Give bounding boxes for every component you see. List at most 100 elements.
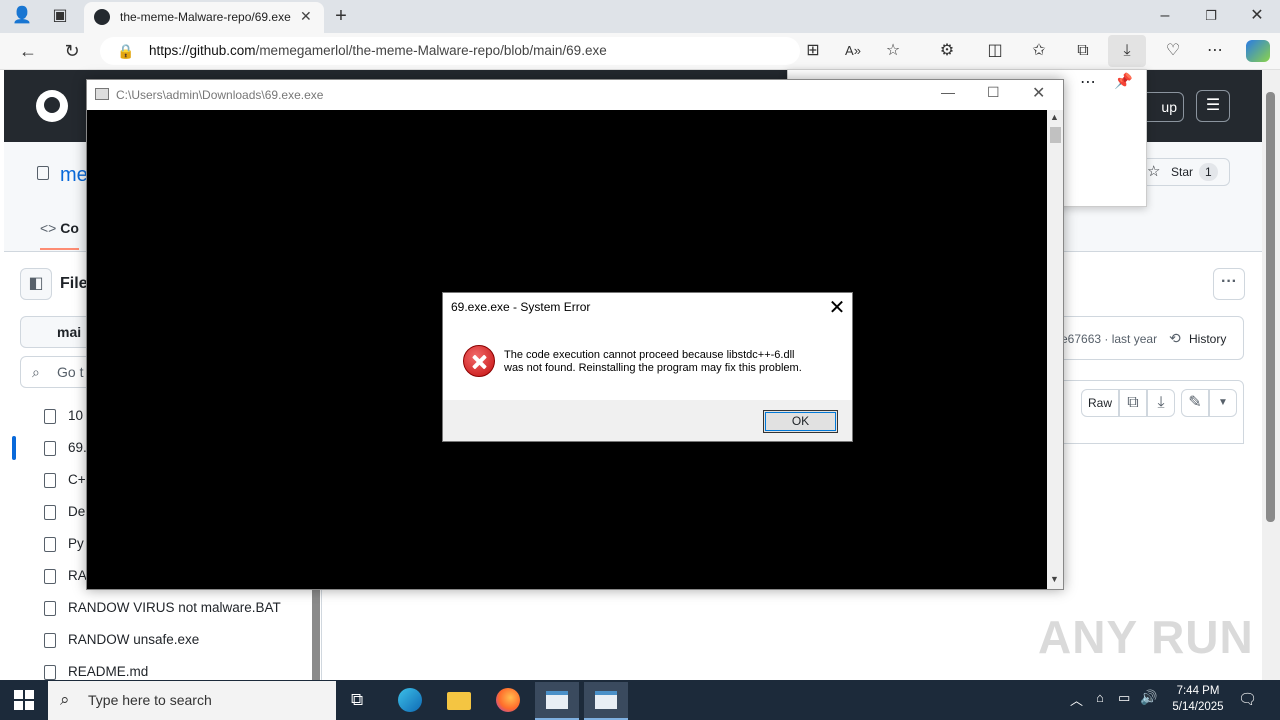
code-icon: <> [40,220,57,236]
anyrun-watermark: ANY RUN [1038,611,1254,663]
copilot-icon[interactable] [1246,40,1270,62]
console-close-icon[interactable]: ✕ [1032,83,1045,103]
new-tab-icon[interactable]: + [328,3,354,29]
collections-icon[interactable]: ⧉ [1070,38,1096,64]
extensions-icon[interactable]: ⚙ [934,38,960,64]
clock-time: 7:44 PM [1176,685,1220,697]
file-item[interactable]: De [44,504,85,520]
taskbar-clock[interactable]: 7:44 PM 5/14/2025 [1160,683,1236,715]
menu-sliders-icon[interactable]: ☰ [1196,90,1230,122]
back-icon[interactable]: ← [15,38,41,64]
favorites-icon[interactable]: ✩ [1026,38,1052,64]
file-item[interactable]: RANDOW unsafe.exe [44,632,199,648]
download-icon[interactable]: ⤓ [1147,389,1175,417]
selected-file-indicator [12,436,16,460]
file-item[interactable]: 69. [44,440,87,456]
file-icon [44,665,56,680]
dialog-footer: OK [443,400,852,441]
file-item[interactable]: C+ [44,472,86,488]
dialog-close-icon[interactable]: ✕ [823,295,851,321]
more-actions-icon[interactable]: ··· [1213,268,1245,300]
tab-actions-icon[interactable]: ▣ [47,3,73,29]
tab-code[interactable]: <> Co [40,214,79,250]
file-icon [44,441,56,456]
console-scrollbar[interactable]: ▲ ▼ [1047,110,1063,589]
file-icon [44,473,56,488]
console-maximize-icon[interactable]: ☐ [987,84,1000,101]
collapse-sidebar-icon[interactable]: ◧ [20,268,52,300]
downloads-icon[interactable]: ⤓ [1108,35,1146,67]
windows-start-icon[interactable] [14,690,34,710]
copy-icon[interactable]: ⧉ [1119,389,1147,417]
profile-icon[interactable]: 👤 [9,3,35,29]
file-icon [44,505,56,520]
console-scrollbar-thumb[interactable] [1050,127,1061,143]
repo-icon [37,166,49,180]
split-screen-icon[interactable]: ◫ [982,38,1008,64]
close-icon[interactable]: ✕ [1244,3,1270,29]
file-toolbar: Raw ⧉ ⤓ ✎ ▼ [1060,380,1244,444]
dialog-title: 69.exe.exe - System Error [451,300,591,314]
search-icon: ⌕ [32,364,40,380]
console-title: C:\Users\admin\Downloads\69.exe.exe [116,88,324,102]
taskbar-search-placeholder[interactable]: Type here to search [88,692,212,708]
browser-tab[interactable]: the-meme-Malware-repo/69.exe ✕ [84,2,324,33]
flyout-more-icon[interactable]: ⋯ [1080,72,1096,92]
restore-icon[interactable]: ❐ [1198,3,1224,29]
lock-icon[interactable]: 🔒 [113,38,139,64]
file-explorer-icon[interactable] [437,682,481,720]
file-item[interactable]: RA [44,568,87,584]
scroll-down-icon[interactable]: ▼ [1050,574,1059,584]
console-minimize-icon[interactable]: — [941,84,955,100]
minimize-icon[interactable]: – [1152,3,1178,29]
scroll-up-icon[interactable]: ▲ [1050,112,1059,122]
console-app-taskbar-icon[interactable] [584,682,628,720]
browser-essentials-icon[interactable]: ♡ [1160,38,1186,64]
ok-button[interactable]: OK [763,410,838,433]
file-item[interactable]: README.md [44,664,148,680]
history-link[interactable]: History [1189,332,1226,346]
dialog-message: The code execution cannot proceed becaus… [504,349,844,375]
page-scrollbar-thumb[interactable] [1266,92,1275,522]
file-item[interactable]: RANDOW VIRUS not malware.BAT [44,600,281,616]
message-line: was not found. Reinstalling the program … [504,362,802,374]
repo-name[interactable]: me [60,164,88,187]
raw-button[interactable]: Raw [1081,389,1119,417]
app-available-icon[interactable]: ⊞ [800,38,826,64]
system-error-dialog: 69.exe.exe - System Error ✕ The code exe… [442,292,853,442]
message-line: The code execution cannot proceed becaus… [504,349,795,361]
firefox-icon[interactable] [486,682,530,720]
file-item[interactable]: Py [44,536,84,552]
github-favicon-icon [94,9,110,25]
read-aloud-icon[interactable]: A» [840,38,866,64]
notifications-icon[interactable]: 🗨 [1238,690,1257,708]
browser-tab-bar: 👤 ▣ the-meme-Malware-repo/69.exe ✕ + – ❐… [0,0,1280,33]
tab-title: the-meme-Malware-repo/69.exe [120,10,291,24]
file-icon [44,537,56,552]
favorite-star-icon[interactable]: ☆ [880,38,906,64]
url-text[interactable]: https://github.com/memegamerlol/the-meme… [149,43,607,58]
pin-icon[interactable]: 📌 [1114,72,1133,90]
sidebar-scrollbar[interactable] [312,590,320,680]
console-titlebar[interactable]: C:\Users\admin\Downloads\69.exe.exe — ☐ … [87,80,1063,110]
more-options-icon[interactable]: ⋯ [1202,38,1228,64]
edge-icon[interactable] [388,682,432,720]
refresh-icon[interactable]: ↻ [59,38,85,64]
console-app-icon [95,88,109,100]
file-item[interactable]: 10 [44,408,83,424]
console-app-taskbar-icon[interactable] [535,682,579,720]
edit-pencil-icon[interactable]: ✎ [1181,389,1209,417]
star-button[interactable]: ☆ Star 1 [1138,158,1230,186]
star-count: 1 [1199,163,1218,181]
github-logo-icon[interactable] [36,90,68,122]
file-icon [44,633,56,648]
wifi-icon[interactable]: ▭ [1118,690,1130,706]
chevron-up-icon[interactable]: ︿ [1070,690,1083,709]
volume-icon[interactable]: 🔊 [1140,689,1157,706]
chevron-down-icon[interactable]: ▼ [1209,389,1237,417]
network-icon[interactable]: ⌂ [1096,690,1104,705]
file-icon [44,409,56,424]
tab-close-icon[interactable]: ✕ [300,8,312,25]
task-view-icon[interactable]: ⧉ [338,682,382,720]
commit-info[interactable]: e67663 · last year [1061,332,1157,346]
